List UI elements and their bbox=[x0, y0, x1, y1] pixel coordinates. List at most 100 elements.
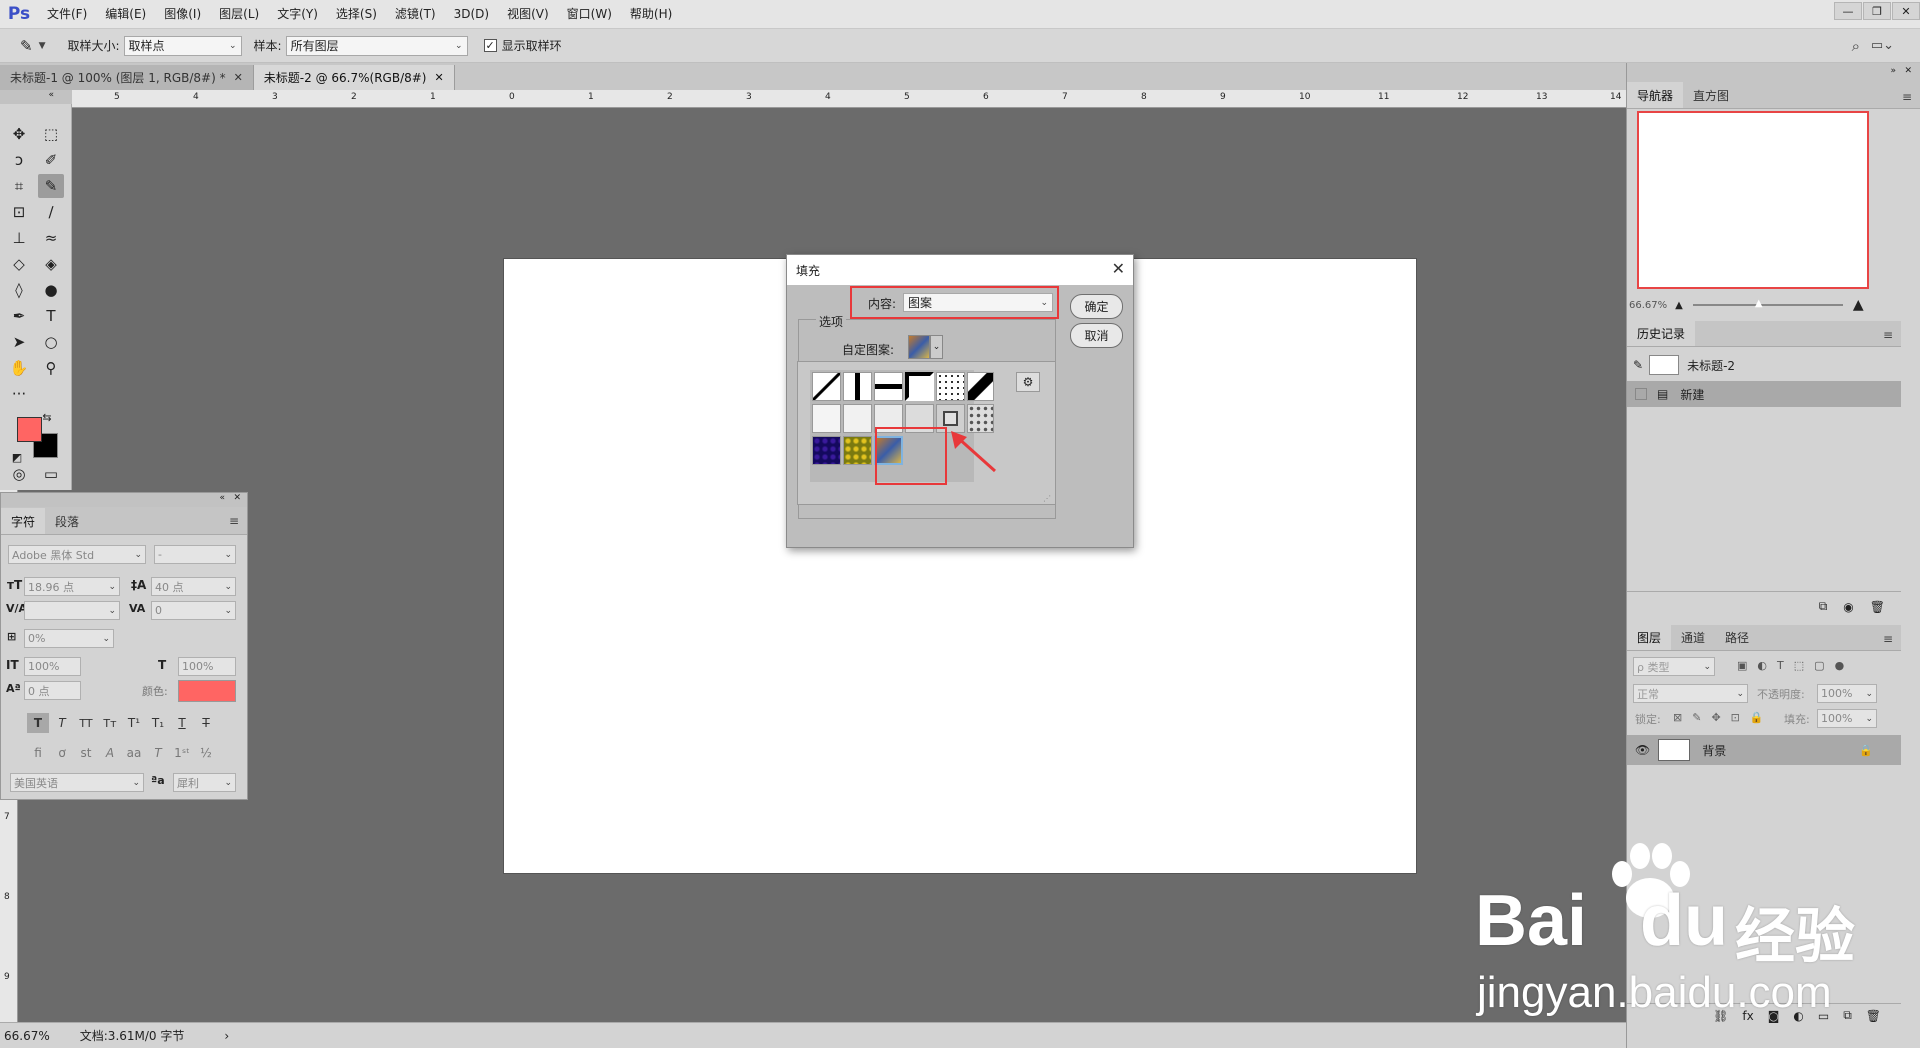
titling-button[interactable]: T bbox=[147, 743, 169, 763]
show-ring-checkbox[interactable]: ✓ bbox=[483, 39, 497, 52]
ordinals-button[interactable]: 1ˢᵗ bbox=[171, 743, 193, 763]
baseline-field[interactable]: 0 点 bbox=[24, 681, 81, 700]
font-style-select[interactable]: - ⌄ bbox=[154, 545, 236, 564]
close-window-button[interactable]: ✕ bbox=[1892, 2, 1920, 20]
layer-filter-select[interactable]: ρ 类型 ⌄ bbox=[1633, 657, 1715, 676]
foreground-color-swatch[interactable] bbox=[17, 417, 42, 442]
tab-paragraph[interactable]: 段落 bbox=[45, 508, 89, 534]
swash-button[interactable]: A bbox=[99, 743, 121, 763]
hand-tool-icon[interactable]: ✋ bbox=[6, 356, 32, 380]
subscript-button[interactable]: T₁ bbox=[147, 713, 169, 733]
menu-window[interactable]: 窗口(W) bbox=[558, 0, 621, 29]
trash-icon[interactable]: 🗑 bbox=[1870, 600, 1885, 614]
panel-menu-icon[interactable]: ≡ bbox=[1883, 632, 1893, 646]
menu-help[interactable]: 帮助(H) bbox=[621, 0, 681, 29]
opacity-field[interactable]: 100% ⌄ bbox=[1817, 684, 1877, 703]
kerning-field[interactable]: ⌄ bbox=[24, 601, 120, 620]
minimize-button[interactable]: — bbox=[1834, 2, 1862, 20]
custom-pattern-swatch[interactable] bbox=[908, 335, 930, 359]
swap-colors-icon[interactable]: ⇆ bbox=[40, 410, 54, 424]
frame-tool-icon[interactable]: ⊡ bbox=[6, 200, 32, 224]
fill-field[interactable]: 100% ⌄ bbox=[1817, 709, 1877, 728]
marquee-tool-icon[interactable]: ⬚ bbox=[38, 122, 64, 146]
pattern-swatch[interactable] bbox=[843, 404, 872, 433]
chevron-right-icon[interactable]: › bbox=[224, 1029, 229, 1043]
adjustment-filter-icon[interactable]: ◐ bbox=[1757, 659, 1767, 672]
menu-view[interactable]: 视图(V) bbox=[498, 0, 558, 29]
text-color-swatch[interactable] bbox=[178, 680, 236, 702]
menu-type[interactable]: 文字(Y) bbox=[268, 0, 327, 29]
pattern-swatch[interactable] bbox=[812, 372, 841, 401]
menu-3d[interactable]: 3D(D) bbox=[445, 0, 498, 29]
sample-select[interactable]: 所有图层 ⌄ bbox=[285, 35, 468, 56]
move-tool-icon[interactable]: ✥ bbox=[6, 122, 32, 146]
tab-layers[interactable]: 图层 bbox=[1627, 624, 1672, 650]
lock-artboard-icon[interactable]: ⊡ bbox=[1731, 711, 1740, 724]
eyedropper-preset-icon[interactable]: ✎ bbox=[20, 37, 33, 55]
filter-toggle-icon[interactable]: ● bbox=[1835, 659, 1845, 672]
bucket-tool-icon[interactable]: ◈ bbox=[38, 252, 64, 276]
close-icon[interactable]: ✕ bbox=[434, 71, 443, 84]
close-icon[interactable]: ✕ bbox=[234, 71, 243, 84]
new-document-icon[interactable]: ⧉ bbox=[1819, 599, 1828, 614]
lasso-tool-icon[interactable]: ↄ bbox=[6, 148, 32, 172]
lock-all-icon[interactable]: 🔒 bbox=[1750, 711, 1764, 724]
ellipse-tool-icon[interactable]: ○ bbox=[38, 330, 64, 354]
gear-icon[interactable]: ⚙ bbox=[1016, 372, 1040, 392]
layer-row-background[interactable]: 👁 背景 🔒 bbox=[1627, 735, 1901, 765]
stylistic-button[interactable]: aa bbox=[123, 743, 145, 763]
zoom-slider[interactable]: ▲ bbox=[1692, 298, 1843, 309]
history-state[interactable]: ▤ 新建 bbox=[1627, 381, 1901, 407]
pattern-swatch[interactable] bbox=[812, 436, 841, 465]
lock-position-icon[interactable]: ✥ bbox=[1711, 711, 1720, 724]
ok-button[interactable]: 确定 bbox=[1070, 294, 1123, 319]
leading-field[interactable]: 40 点 ⌄ bbox=[151, 577, 236, 596]
discretionary-ligature-button[interactable]: st bbox=[75, 743, 97, 763]
crop-tool-icon[interactable]: ⌗ bbox=[6, 174, 32, 198]
tab-untitled-1[interactable]: 未标题-1 @ 100% (图层 1, RGB/8#) * ✕ bbox=[0, 65, 254, 90]
camera-icon[interactable]: ◉ bbox=[1843, 600, 1853, 614]
menu-file[interactable]: 文件(F) bbox=[38, 0, 96, 29]
pattern-swatch[interactable] bbox=[936, 372, 965, 401]
tab-paths[interactable]: 路径 bbox=[1715, 624, 1759, 650]
pattern-swatch[interactable] bbox=[843, 436, 872, 465]
blur-tool-icon[interactable]: ◊ bbox=[6, 278, 32, 302]
panel-menu-icon[interactable]: ≡ bbox=[1883, 328, 1893, 342]
history-checkbox[interactable] bbox=[1635, 388, 1647, 400]
close-icon[interactable]: ✕ bbox=[1112, 259, 1125, 278]
panel-menu-icon[interactable]: ≡ bbox=[1902, 90, 1912, 104]
pattern-swatch[interactable] bbox=[905, 372, 934, 401]
eraser-tool-icon[interactable]: ◇ bbox=[6, 252, 32, 276]
workspace-icon[interactable]: ▭⌄ bbox=[1871, 38, 1894, 53]
history-snapshot[interactable]: ✎ 未标题-2 bbox=[1627, 351, 1901, 379]
horizontal-scale-field[interactable]: 100% bbox=[178, 657, 236, 676]
fractions-button[interactable]: ½ bbox=[195, 743, 217, 763]
brush-tool-icon[interactable]: ∕ bbox=[38, 200, 64, 224]
stamp-tool-icon[interactable]: ⊥ bbox=[6, 226, 32, 250]
zoom-out-icon[interactable]: ▲ bbox=[1675, 300, 1683, 311]
type-filter-icon[interactable]: T bbox=[1777, 659, 1784, 672]
tab-untitled-2[interactable]: 未标题-2 @ 66.7%(RGB/8#) ✕ bbox=[253, 65, 455, 90]
menu-layer[interactable]: 图层(L) bbox=[210, 0, 268, 29]
small-caps-button[interactable]: Tт bbox=[99, 713, 121, 733]
zoom-slider-handle[interactable]: ▲ bbox=[1755, 298, 1763, 309]
close-icon[interactable]: ✕ bbox=[1904, 66, 1912, 76]
tab-histogram[interactable]: 直方图 bbox=[1683, 82, 1739, 108]
language-select[interactable]: 美国英语 ⌄ bbox=[10, 773, 144, 792]
underline-button[interactable]: T bbox=[171, 713, 193, 733]
faux-italic-button[interactable]: T bbox=[51, 713, 73, 733]
collapse-icon[interactable]: « bbox=[0, 90, 72, 104]
tracking-field[interactable]: 0 ⌄ bbox=[151, 601, 236, 620]
search-icon[interactable]: ⌕ bbox=[1852, 37, 1860, 55]
scale-field[interactable]: 0% ⌄ bbox=[24, 629, 114, 648]
faux-bold-button[interactable]: T bbox=[27, 713, 49, 733]
quick-select-tool-icon[interactable]: ✐ bbox=[38, 148, 64, 172]
type-tool-icon[interactable]: T bbox=[38, 304, 64, 328]
restore-button[interactable]: ❐ bbox=[1863, 2, 1891, 20]
resize-grip-icon[interactable]: ⋰ bbox=[1043, 494, 1051, 503]
collapse-icon[interactable]: » bbox=[1890, 66, 1896, 76]
font-family-select[interactable]: Adobe 黑体 Std ⌄ bbox=[8, 545, 146, 564]
lock-transparency-icon[interactable]: ⊠ bbox=[1673, 711, 1682, 724]
sample-size-select[interactable]: 取样点 ⌄ bbox=[123, 35, 242, 56]
tab-channels[interactable]: 通道 bbox=[1671, 624, 1715, 650]
